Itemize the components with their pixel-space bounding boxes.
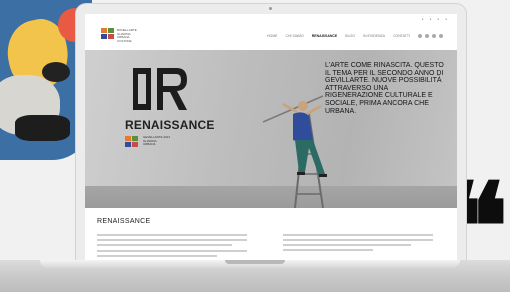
nav-contatti[interactable]: CONTATTI [393, 34, 410, 38]
utility-link[interactable]: ● [422, 17, 424, 21]
laptop-screen-bezel: ● ● ● ● BONELLARTE GUARDIA URBANA CUSTOD… [76, 4, 466, 264]
laptop-base [0, 260, 510, 292]
website-screen: ● ● ● ● BONELLARTE GUARDIA URBANA CUSTOD… [85, 14, 457, 264]
main-nav: HOME CHI SIAMO RENAISSANCE BLOG IN EVIDE… [267, 34, 410, 38]
hero-banner: RENAISSANCE GEVELLARTE 2021 GUARDIA URBA… [85, 50, 457, 208]
hero-logo-word: RENAISSANCE [125, 118, 215, 132]
photo-scene: ❝ ● ● ● ● BONELLARTE GUARDIA URBANA CUST… [0, 0, 510, 292]
renaissance-logo-mark-icon [133, 68, 187, 110]
article-column-right [283, 234, 433, 254]
camera-icon [269, 7, 272, 10]
event-logo-icon [125, 136, 138, 147]
utility-link[interactable]: ● [437, 17, 439, 21]
brand-name: BONELLARTE GUARDIA URBANA CUSTODE [117, 28, 137, 43]
article-column-left [97, 234, 247, 260]
article-title: RENAISSANCE [97, 218, 151, 225]
brand-logo-icon[interactable] [101, 28, 115, 40]
instagram-icon[interactable] [432, 34, 436, 38]
twitter-icon[interactable] [425, 34, 429, 38]
facebook-icon[interactable] [418, 34, 422, 38]
article-section: RENAISSANCE [85, 208, 457, 264]
site-header: BONELLARTE GUARDIA URBANA CUSTODE HOME C… [85, 24, 457, 51]
event-logo-text: GEVELLARTE 2021 GUARDIA URBANA [143, 135, 171, 147]
search-icon[interactable] [439, 34, 443, 38]
utility-bar: ● ● ● ● [85, 14, 457, 24]
hero-headline: L'ARTE COME RINASCITA. QUESTO IL TEMA PE… [325, 62, 444, 115]
nav-home[interactable]: HOME [267, 34, 278, 38]
nav-blog[interactable]: BLOG [345, 34, 355, 38]
nav-chi-siamo[interactable]: CHI SIAMO [286, 34, 304, 38]
utility-link[interactable]: ● [430, 17, 432, 21]
nav-in-evidenza[interactable]: IN EVIDENZA [363, 34, 385, 38]
utility-link[interactable]: ● [445, 17, 447, 21]
social-links [418, 34, 443, 38]
nav-renaissance[interactable]: RENAISSANCE [312, 34, 337, 38]
